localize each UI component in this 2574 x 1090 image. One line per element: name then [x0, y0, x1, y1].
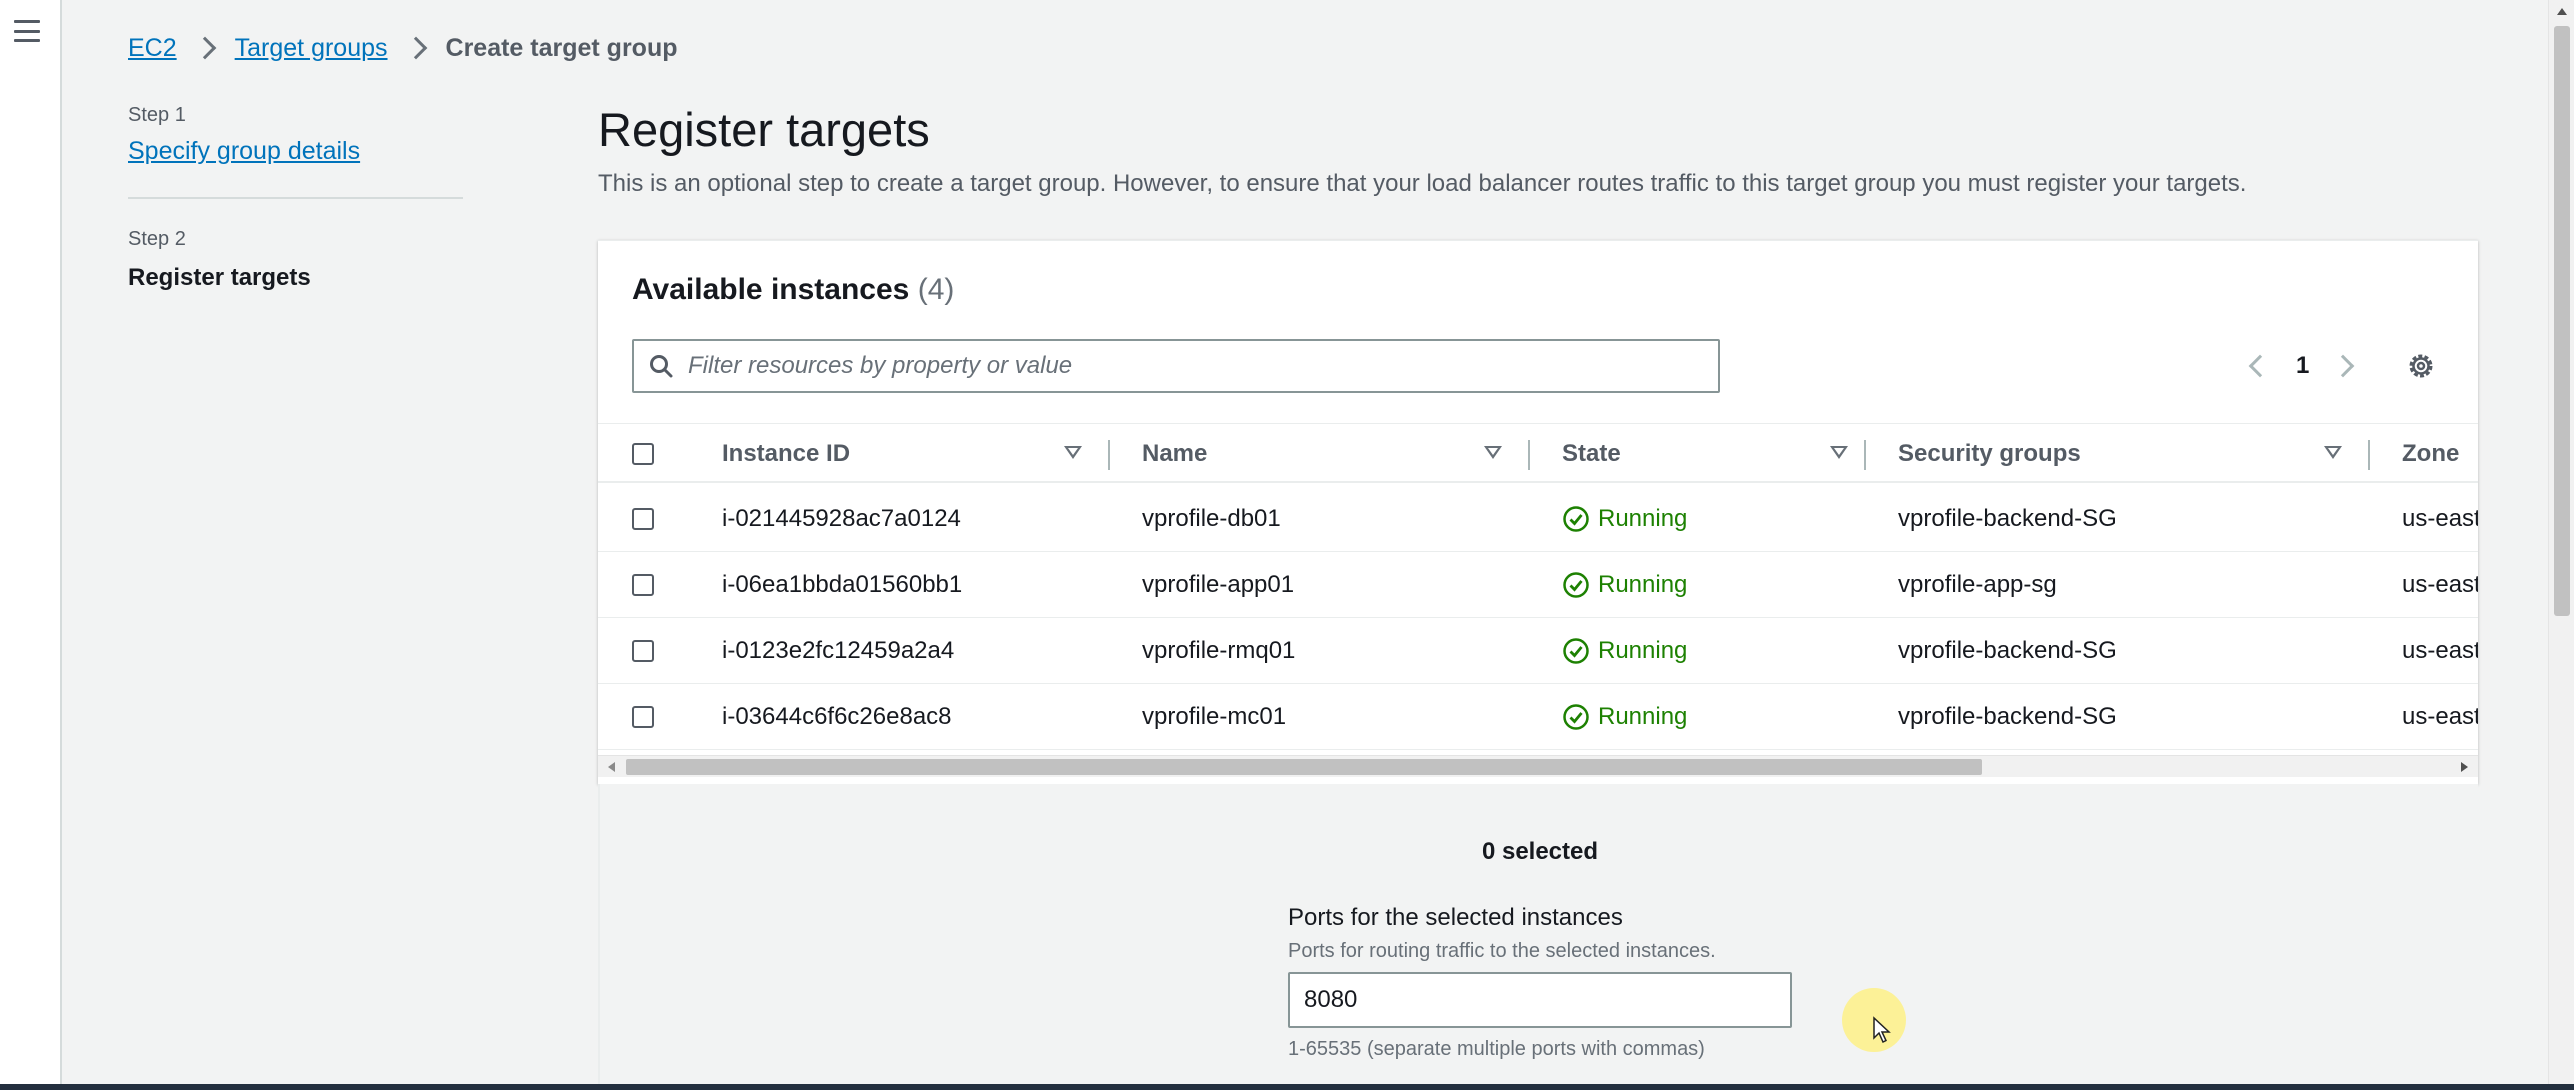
table-row[interactable]: i-0123e2fc12459a2a4 vprofile-rmq01 Runni… — [598, 618, 2478, 684]
column-header-zone[interactable]: Zone — [2402, 424, 2459, 484]
table-row[interactable]: i-06ea1bbda01560bb1 vprofile-app01 Runni… — [598, 552, 2478, 618]
selected-instances-section: 0 selected Ports for the selected instan… — [598, 784, 2478, 1090]
page-scrollbar-thumb[interactable] — [2554, 26, 2570, 616]
chevron-right-icon — [193, 36, 216, 60]
row-checkbox[interactable] — [632, 640, 654, 662]
selected-count: 0 selected — [1481, 838, 1599, 865]
scroll-right-icon[interactable] — [2461, 762, 2468, 772]
step-1-link[interactable]: Specify group details — [128, 137, 360, 166]
ports-label: Ports for the selected instances — [1288, 904, 1623, 931]
mouse-cursor-icon — [1873, 1016, 1891, 1044]
instance-id-cell: i-021445928ac7a0124 — [722, 505, 961, 532]
available-instances-panel: Available instances (4) 1 Instance ID Na… — [598, 240, 2478, 784]
name-cell: vprofile-app01 — [1142, 571, 1295, 598]
next-page-icon[interactable] — [2332, 354, 2355, 378]
ports-input[interactable] — [1288, 972, 1792, 1028]
check-circle-icon — [1563, 638, 1589, 664]
column-header-security-groups[interactable]: Security groups — [1898, 424, 2081, 484]
state-text: Running — [1598, 703, 1688, 730]
horizontal-scrollbar[interactable] — [598, 755, 2478, 777]
state-cell: Running — [1562, 486, 1687, 552]
state-cell: Running — [1562, 618, 1687, 684]
state-cell: Running — [1562, 552, 1687, 618]
gear-icon[interactable] — [2406, 351, 2436, 381]
select-all-checkbox[interactable] — [632, 443, 654, 465]
column-divider[interactable] — [1864, 440, 1866, 470]
zone-cell: us-east — [2402, 571, 2478, 598]
chevron-right-icon — [404, 36, 427, 60]
security-group-cell: vprofile-backend-SG — [1898, 637, 2117, 664]
state-text: Running — [1598, 571, 1688, 598]
panel-title: Available instances (4) — [632, 273, 954, 307]
table-row[interactable]: i-021445928ac7a0124 vprofile-db01 Runnin… — [598, 486, 2478, 552]
column-header-state[interactable]: State — [1562, 424, 1621, 484]
check-circle-icon — [1563, 506, 1589, 532]
step-1-number: Step 1 — [128, 104, 186, 126]
column-divider[interactable] — [2368, 440, 2370, 470]
page-title: Register targets — [598, 103, 930, 156]
scroll-up-icon[interactable] — [2557, 8, 2567, 15]
table-header: Instance ID Name State Security groups Z… — [598, 423, 2478, 483]
breadcrumb-ec2-link[interactable]: EC2 — [128, 34, 177, 63]
scrollbar-thumb[interactable] — [626, 759, 1982, 775]
step-2-number: Step 2 — [128, 228, 186, 250]
name-cell: vprofile-mc01 — [1142, 703, 1287, 730]
hamburger-line — [14, 20, 40, 23]
column-header-instance-id[interactable]: Instance ID — [722, 424, 850, 484]
security-group-cell: vprofile-backend-SG — [1898, 703, 2117, 730]
hamburger-line — [14, 29, 40, 33]
page-description: This is an optional step to create a tar… — [598, 170, 2247, 197]
filter-box — [632, 339, 1720, 393]
security-group-cell: vprofile-app-sg — [1898, 571, 2057, 598]
zone-cell: us-east — [2402, 637, 2478, 664]
instance-id-cell: i-03644c6f6c26e8ac8 — [722, 703, 952, 730]
column-divider[interactable] — [1528, 440, 1530, 470]
page-scrollbar[interactable] — [2548, 0, 2574, 1090]
column-divider[interactable] — [1108, 440, 1110, 470]
check-circle-icon — [1563, 572, 1589, 598]
bottom-edge — [0, 1084, 2574, 1090]
hamburger-menu-icon[interactable] — [14, 20, 40, 42]
check-circle-icon — [1563, 704, 1589, 730]
filter-input[interactable] — [688, 346, 1648, 386]
previous-page-icon[interactable] — [2248, 354, 2272, 378]
scroll-left-icon[interactable] — [608, 762, 615, 772]
step-divider — [128, 197, 463, 199]
zone-cell: us-east — [2402, 703, 2478, 730]
page-number[interactable]: 1 — [2296, 352, 2309, 380]
state-text: Running — [1598, 637, 1688, 664]
security-group-cell: vprofile-backend-SG — [1898, 505, 2117, 532]
hamburger-line — [14, 39, 40, 42]
side-rail — [0, 0, 62, 1090]
row-checkbox[interactable] — [632, 706, 654, 728]
ports-description: Ports for routing traffic to the selecte… — [1288, 940, 1716, 962]
instance-count: (4) — [917, 273, 955, 306]
zone-cell: us-east — [2402, 505, 2478, 532]
pagination: 1 — [2248, 349, 2355, 383]
breadcrumb-current: Create target group — [445, 33, 678, 62]
state-text: Running — [1598, 505, 1688, 532]
search-icon — [650, 355, 673, 378]
instance-id-cell: i-06ea1bbda01560bb1 — [722, 571, 963, 598]
name-cell: vprofile-db01 — [1142, 505, 1281, 532]
row-checkbox[interactable] — [632, 508, 654, 530]
instance-id-cell: i-0123e2fc12459a2a4 — [722, 637, 955, 664]
row-checkbox[interactable] — [632, 574, 654, 596]
breadcrumb-target-groups-link[interactable]: Target groups — [235, 34, 388, 63]
state-cell: Running — [1562, 684, 1687, 750]
table-row[interactable]: i-03644c6f6c26e8ac8 vprofile-mc01 Runnin… — [598, 684, 2478, 750]
name-cell: vprofile-rmq01 — [1142, 637, 1296, 664]
ports-hint: 1-65535 (separate multiple ports with co… — [1288, 1038, 1705, 1060]
panel-title-text: Available instances — [632, 273, 910, 306]
breadcrumb: EC2 Target groups Create target group — [128, 30, 678, 66]
step-2-current: Register targets — [128, 264, 311, 291]
column-header-name[interactable]: Name — [1142, 424, 1207, 484]
